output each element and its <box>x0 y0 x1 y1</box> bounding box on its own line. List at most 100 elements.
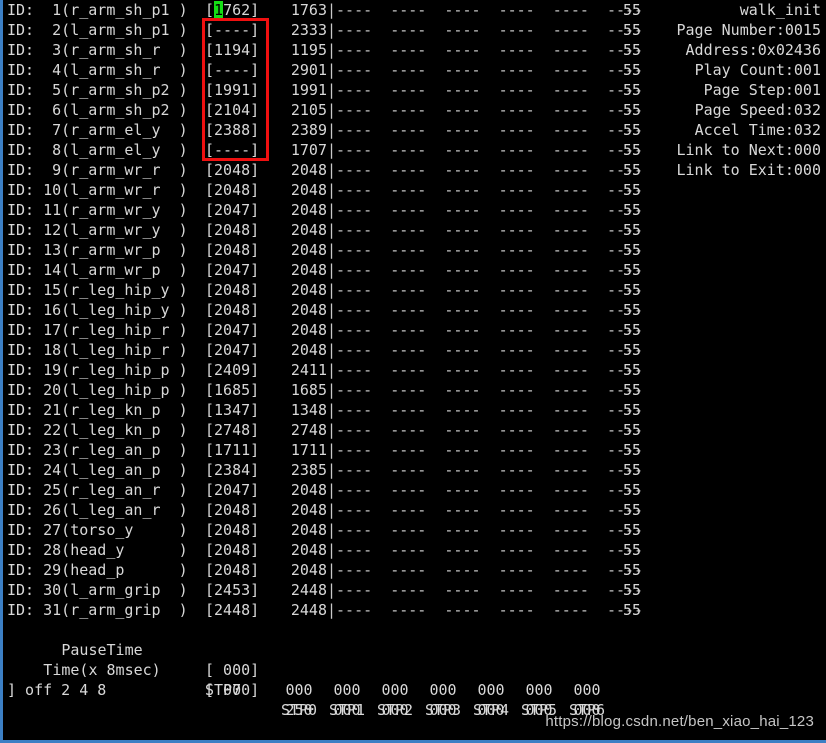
pause-time-current[interactable]: [ 000] <box>205 660 259 680</box>
joint-goal-value[interactable]: [2048] <box>205 500 267 520</box>
joint-goal-value[interactable]: [2047] <box>205 200 267 220</box>
joint-goal-value[interactable]: [2048] <box>205 520 267 540</box>
joint-goal-value[interactable]: [2047] <box>205 340 267 360</box>
joint-goal-value[interactable]: [1347] <box>205 400 267 420</box>
joint-goal-value[interactable]: [2453] <box>205 580 267 600</box>
joint-goal-value[interactable]: [2047] <box>205 320 267 340</box>
joint-goal-value[interactable]: [2048] <box>205 280 267 300</box>
joint-goal-value[interactable]: [2448] <box>205 600 267 620</box>
joint-id-label: ID: 1(r_arm_sh_p1 ) <box>7 1 188 19</box>
joint-goal-value[interactable]: [2388] <box>205 120 267 140</box>
joint-goal-value[interactable]: [2384] <box>205 460 267 480</box>
joint-flag-value: 55 <box>623 61 642 79</box>
joint-step-bar: |---- ---- ---- ---- ---- ---- <box>327 501 644 519</box>
joint-goal-value[interactable]: [1685] <box>205 380 267 400</box>
joint-present-value: 2048 <box>290 241 327 259</box>
joint-present-value: 2411 <box>290 361 327 379</box>
joint-goal-value[interactable]: [2048] <box>205 540 267 560</box>
command-prompt[interactable]: ] off 2 4 8 <box>7 680 106 700</box>
joint-flag-value: 55 <box>623 361 642 379</box>
joint-goal-value[interactable]: [----] <box>205 20 267 40</box>
edit-cursor: 1 <box>214 1 224 19</box>
joint-present-value: 2048 <box>290 201 327 219</box>
joint-goal-value[interactable]: [2048] <box>205 560 267 580</box>
joint-step-bar: |---- ---- ---- ---- ---- ---- <box>327 381 644 399</box>
joint-step-bar: |---- ---- ---- ---- ---- ---- <box>327 161 644 179</box>
joint-flag-value: 55 <box>623 301 642 319</box>
joint-goal-value[interactable]: [2047] <box>205 480 267 500</box>
pause-time-cell[interactable]: 000 <box>515 680 563 700</box>
joint-goal-value[interactable]: [1991] <box>205 80 267 100</box>
joint-present-value: 2448 <box>290 581 327 599</box>
joint-goal-value[interactable]: [1194] <box>205 40 267 60</box>
joint-present-value: 1763 <box>290 1 327 19</box>
joint-id-label: ID: 16(l_leg_hip_y ) <box>7 301 188 319</box>
joint-present-value: 1348 <box>290 401 327 419</box>
joint-flag-value: 55 <box>623 441 642 459</box>
step-label-cell[interactable]: STP1 <box>323 700 371 720</box>
pause-time-cell[interactable]: 000 <box>275 680 323 700</box>
joint-flag-value: 55 <box>623 121 642 139</box>
joint-step-bar: |---- ---- ---- ---- ---- ---- <box>327 481 644 499</box>
joint-step-bar: |---- ---- ---- ---- ---- ---- <box>327 441 644 459</box>
joint-goal-value[interactable]: [1711] <box>205 440 267 460</box>
joint-goal-value[interactable]: [2047] <box>205 260 267 280</box>
joint-goal-value[interactable]: [1762] <box>205 0 267 20</box>
joint-goal-value[interactable]: [2048] <box>205 220 267 240</box>
joint-id-label: ID: 26(l_leg_an_r ) <box>7 501 188 519</box>
joint-goal-value[interactable]: [2048] <box>205 240 267 260</box>
joint-step-bar: |---- ---- ---- ---- ---- ---- <box>327 281 644 299</box>
pause-time-cell[interactable]: 000 <box>371 680 419 700</box>
joint-goal-value[interactable]: [----] <box>205 140 267 160</box>
info-line-text: Link to Exit:000 <box>676 161 822 179</box>
joint-flag-value: 55 <box>623 221 642 239</box>
joint-present-value: 1711 <box>290 441 327 459</box>
joint-flag-value: 55 <box>623 81 642 99</box>
joint-present-value: 2448 <box>290 601 327 619</box>
joint-flag-value: 55 <box>623 381 642 399</box>
joint-flag-value: 55 <box>623 101 642 119</box>
joint-flag-value: 55 <box>623 321 642 339</box>
pause-time-cell[interactable]: 000 <box>323 680 371 700</box>
step-label-cell[interactable]: STP3 <box>419 700 467 720</box>
watermark-url: https://blog.csdn.net/ben_xiao_hai_123 <box>545 713 814 730</box>
info-line-text: Page Step:001 <box>703 81 821 99</box>
joint-present-value: 2389 <box>290 121 327 139</box>
joint-flag-value: 55 <box>623 261 642 279</box>
joint-id-label: ID: 5(r_arm_sh_p2 ) <box>7 81 188 99</box>
info-line-text: Page Number:0015 <box>676 21 822 39</box>
joint-step-bar: |---- ---- ---- ---- ---- ---- <box>327 581 644 599</box>
pause-time-cells[interactable]: 000 000 000 000 000 000 000 <box>275 680 611 700</box>
joint-step-bar: |---- ---- ---- ---- ---- ---- <box>327 201 644 219</box>
step-label-cell[interactable]: STP4 <box>467 700 515 720</box>
joint-goal-value[interactable]: [2048] <box>205 160 267 180</box>
joint-step-bar: |---- ---- ---- ---- ---- ---- <box>327 421 644 439</box>
step-label-cell[interactable]: STP2 <box>371 700 419 720</box>
joint-flag-value: 55 <box>623 181 642 199</box>
joint-id-label: ID: 21(r_leg_kn_p ) <box>7 401 188 419</box>
pause-time-cell[interactable]: 000 <box>467 680 515 700</box>
joint-id-label: ID: 11(r_arm_wr_y ) <box>7 201 188 219</box>
step-label-cell[interactable]: STP0 <box>275 700 323 720</box>
joint-flag-value: 55 <box>623 601 642 619</box>
pause-time-cell[interactable]: 000 <box>563 680 611 700</box>
joint-present-value: 2048 <box>290 541 327 559</box>
joint-goal-value[interactable]: [2409] <box>205 360 267 380</box>
joint-present-value: 2048 <box>290 221 327 239</box>
joint-goal-value[interactable]: [2748] <box>205 420 267 440</box>
terminal-window[interactable]: ID: 1(r_arm_sh_p1 ) [1762] 1763 |---- ---- … <box>0 0 826 743</box>
joint-step-bar: |---- ---- ---- ---- ---- ---- <box>327 561 644 579</box>
joint-step-bar: |---- ---- ---- ---- ---- ---- <box>327 141 644 159</box>
joint-present-value: 2048 <box>290 501 327 519</box>
joint-present-value: 2048 <box>290 341 327 359</box>
step-current-label[interactable]: STP7 <box>205 680 241 700</box>
joint-present-value: 1195 <box>290 41 327 59</box>
joint-id-label: ID: 10(l_arm_wr_r ) <box>7 181 188 199</box>
joint-present-value: 2048 <box>290 261 327 279</box>
joint-step-bar: |---- ---- ---- ---- ---- ---- <box>327 601 644 619</box>
joint-goal-value[interactable]: [2048] <box>205 300 267 320</box>
joint-goal-value[interactable]: [2104] <box>205 100 267 120</box>
joint-goal-value[interactable]: [----] <box>205 60 267 80</box>
joint-goal-value[interactable]: [2048] <box>205 180 267 200</box>
pause-time-cell[interactable]: 000 <box>419 680 467 700</box>
